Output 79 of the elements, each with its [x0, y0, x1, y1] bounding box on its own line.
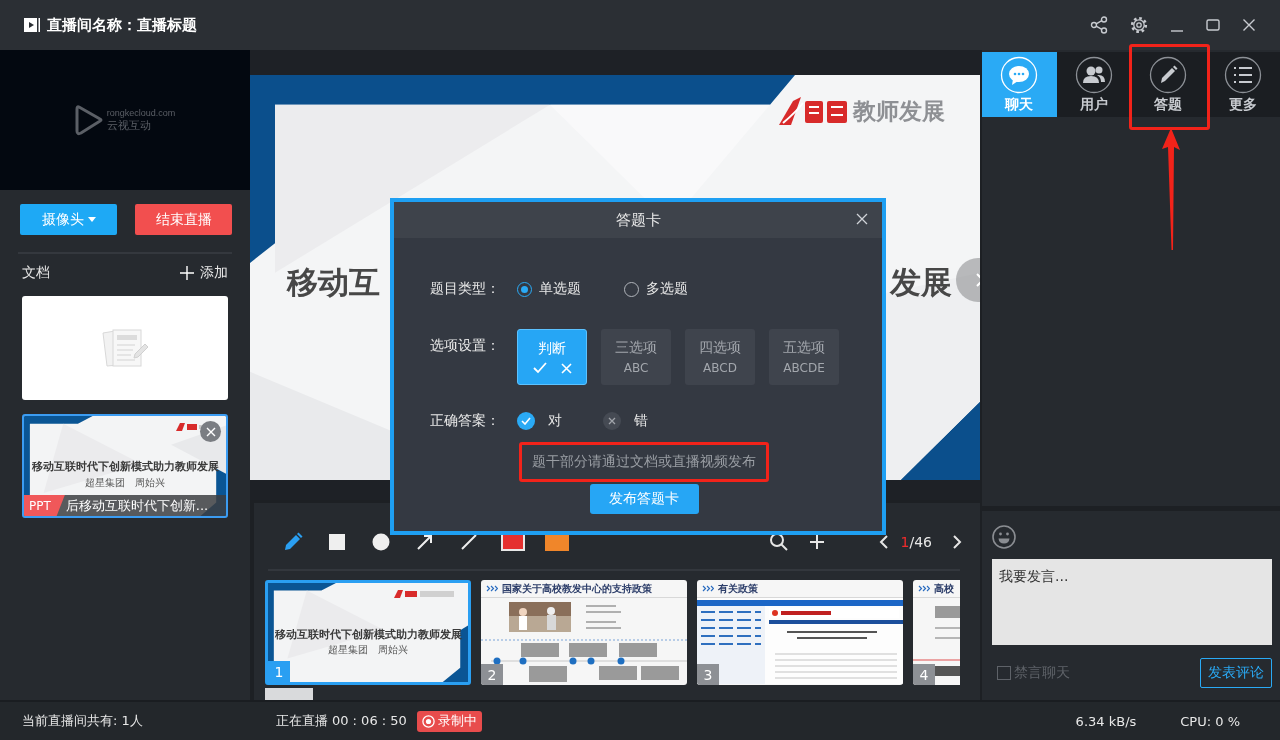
cpu-usage: CPU: 0 % — [1180, 713, 1240, 729]
brand-name: 教师发展 — [853, 97, 945, 127]
list-icon — [1223, 55, 1262, 94]
emoji-icon[interactable] — [992, 525, 1016, 549]
side-tab[interactable]: 答题 — [1131, 52, 1206, 117]
dialog-title: 答题卡 — [615, 210, 661, 230]
chevrons-icon — [702, 585, 714, 592]
slide-subtitle: 超星集团 周始兴 — [84, 476, 166, 490]
chevrons-icon — [486, 585, 498, 592]
brand-logo-icon — [394, 589, 454, 599]
play-logo-icon — [74, 104, 103, 136]
slide-subtitle: 超星集团 周始兴 — [327, 643, 409, 657]
slide-number: 3 — [697, 664, 719, 685]
users-icon — [1074, 55, 1113, 94]
record-icon — [421, 714, 435, 728]
close-button[interactable] — [856, 213, 868, 225]
add-button[interactable]: 添加 — [180, 264, 228, 282]
window-title: 直播间名称：直播标题 — [47, 15, 197, 35]
pencil-icon — [1149, 55, 1188, 94]
close-button[interactable] — [1242, 18, 1256, 32]
slide-title-text: 移动互 — [287, 262, 380, 302]
section-title: 文档 — [22, 264, 50, 282]
option-count-button[interactable]: 四选项 ABCD — [685, 329, 755, 385]
chevrons-icon — [918, 585, 930, 592]
logo-url: rongkecloud.com — [106, 107, 176, 118]
slide-title: 高校 — [934, 581, 954, 596]
caret-icon — [87, 216, 96, 223]
brand-logo-icon — [779, 96, 849, 127]
slide-number: 2 — [481, 664, 503, 685]
slide-number: 4 — [913, 664, 935, 685]
slide-title: 国家关于高校教发中心的支持政策 — [502, 581, 652, 596]
live-status: 正在直播 00 : 06 : 50 — [275, 712, 407, 730]
question-type-radio[interactable]: 单选题 — [517, 280, 624, 298]
answer-option[interactable]: 错 — [603, 412, 689, 430]
document-name: 后移动互联时代下创新... — [65, 496, 209, 515]
message-field[interactable]: 我要发言... — [992, 559, 1272, 645]
cross-icon — [560, 362, 572, 374]
page-indicator: 1/46 — [900, 534, 932, 550]
plus-icon[interactable] — [808, 534, 825, 550]
zoom-icon[interactable] — [768, 532, 789, 552]
slide-thumbnail[interactable]: 高校 4 — [913, 580, 960, 685]
play-icon — [24, 17, 40, 33]
question-type-radio[interactable]: 多选题 — [624, 280, 731, 298]
file-type-tag: PPT — [24, 495, 65, 516]
field-label: 正确答案： — [430, 412, 501, 430]
maximize-button[interactable] — [1206, 18, 1220, 32]
slide-thumbnail[interactable]: 国家关于高校教发中心的支持政策 2 — [481, 580, 687, 685]
answer-option[interactable]: 对 — [517, 412, 603, 430]
check-icon — [532, 362, 547, 374]
cross-icon — [608, 417, 616, 425]
logo-name: 云视互动 — [106, 118, 151, 133]
next-page-button[interactable] — [952, 534, 962, 550]
recording-label: 录制中 — [437, 712, 477, 730]
share-icon[interactable] — [1090, 16, 1108, 34]
field-label: 题目类型： — [430, 280, 501, 298]
hint-text: 题干部分请通过文档或直播视频发布 — [519, 442, 769, 482]
viewer-count: 当前直播间共有: 1人 — [22, 712, 143, 730]
previous-page-button[interactable] — [878, 534, 889, 550]
document-icon — [101, 329, 149, 367]
network-speed: 6.34 kB/s — [1075, 713, 1137, 729]
slide-title: 移动互联时代下创新模式助力教师发展 — [30, 459, 220, 474]
settings-icon[interactable] — [1130, 16, 1148, 34]
slide-number: 1 — [268, 661, 290, 682]
post-comment-button[interactable]: 发表评论 — [1200, 658, 1272, 688]
side-tab[interactable]: 用户 — [1056, 52, 1131, 117]
slide-title-text: 发展 — [890, 262, 952, 302]
end-live-button[interactable]: 结束直播 — [135, 204, 232, 235]
scrollbar-thumb[interactable] — [265, 688, 313, 700]
chat-icon — [1000, 55, 1039, 94]
slide-thumbnail[interactable]: 有关政策 3 — [697, 580, 903, 685]
slide-title: 有关政策 — [718, 581, 758, 596]
document-card[interactable]: 移动互联时代下创新模式助力教师发展 超星集团 周始兴 PPT 后移动互联时代下创新... — [22, 414, 228, 518]
side-tab[interactable]: 更多 — [1205, 52, 1280, 117]
check-icon — [521, 417, 531, 425]
plus-icon — [180, 266, 194, 280]
field-label: 选项设置： — [430, 337, 501, 355]
close-icon — [205, 426, 216, 437]
option-count-button[interactable]: 三选项 ABC — [601, 329, 671, 385]
option-count-button[interactable]: 五选项 ABCDE — [769, 329, 839, 385]
